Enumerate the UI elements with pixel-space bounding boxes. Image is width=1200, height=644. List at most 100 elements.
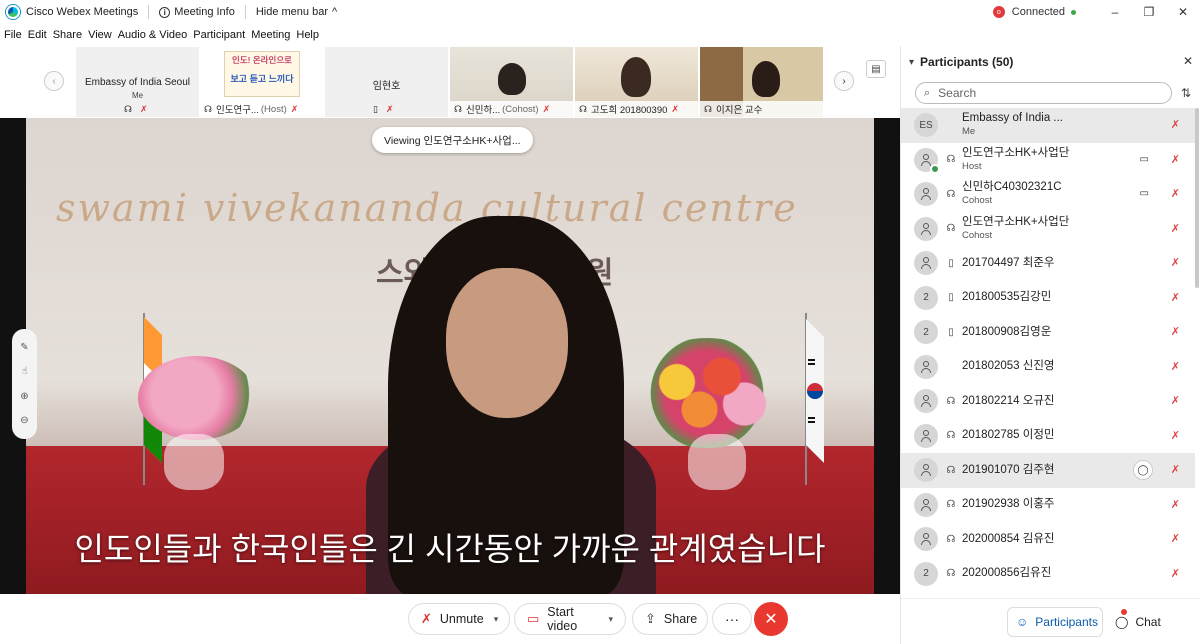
participant-row[interactable]: ☊ 201802214 오규진 ✗	[901, 384, 1195, 419]
unmute-button[interactable]: ✗ Unmute ▾	[408, 603, 510, 635]
thumbnail-cohost[interactable]: ☊ 신민하... (Cohost) ✗	[450, 47, 573, 117]
mic-muted-icon[interactable]: ✗	[1171, 463, 1180, 476]
close-window-button[interactable]: ✕	[1166, 0, 1200, 24]
more-options-button[interactable]: ···	[712, 603, 752, 635]
thumbnail-host[interactable]: 인도! 온라인으로 보고 듣고 느끼다 ☊ 인도연구... (Host) ✗	[200, 47, 323, 117]
flower-bouquet	[632, 338, 782, 448]
avatar	[914, 354, 938, 379]
mic-muted-icon[interactable]: ✗	[1171, 187, 1180, 200]
restore-button[interactable]: ❐	[1132, 0, 1166, 24]
meeting-info-label: Meeting Info	[174, 6, 235, 18]
mic-muted-icon[interactable]: ✗	[1171, 394, 1180, 407]
participant-row[interactable]: ES Embassy of India ... Me ✗	[901, 108, 1195, 143]
collapse-chevron-icon[interactable]: ▾	[909, 57, 914, 68]
search-input[interactable]	[938, 86, 1139, 100]
participant-name: 201704497 최준우	[962, 256, 1055, 269]
headset-icon: ☊	[704, 103, 712, 114]
mic-muted-icon[interactable]: ✗	[1171, 429, 1180, 442]
start-video-button[interactable]: ▭ Start video ▾	[514, 603, 626, 635]
mic-muted-icon[interactable]: ✗	[1171, 153, 1180, 166]
participant-name: 201800908김영운	[962, 325, 1052, 338]
mic-muted-icon[interactable]: ✗	[1171, 567, 1180, 580]
person-icon	[921, 153, 931, 166]
mic-muted-icon[interactable]: ✗	[1171, 498, 1180, 511]
mic-muted-icon[interactable]: ✗	[1171, 360, 1180, 373]
headset-icon: ☊	[946, 464, 956, 476]
menu-file[interactable]: File	[4, 29, 22, 41]
strip-prev-button[interactable]: ‹	[44, 71, 64, 91]
mic-muted-icon[interactable]: ✗	[1171, 256, 1180, 269]
zoom-in-icon[interactable]: ⊕	[20, 391, 28, 402]
meeting-info-button[interactable]: i Meeting Info	[159, 6, 235, 18]
headset-icon: ☊	[946, 499, 956, 511]
hide-menu-bar-button[interactable]: Hide menu bar ^	[256, 6, 337, 18]
minimize-button[interactable]: –	[1098, 0, 1132, 24]
mic-muted-icon[interactable]: ✗	[1171, 532, 1180, 545]
participant-row[interactable]: 201802053 신진영 ✗	[901, 350, 1195, 385]
mic-muted-icon[interactable]: ✗	[1171, 118, 1180, 131]
participant-name: 202000854 김유진	[962, 532, 1055, 545]
phone-icon: ▯	[373, 103, 378, 114]
participant-row[interactable]: 2 ☊ 202000856김유진 ✗	[901, 557, 1195, 592]
avatar	[914, 147, 940, 174]
unread-badge	[1121, 609, 1127, 615]
menu-help[interactable]: Help	[296, 29, 319, 41]
zoom-out-icon[interactable]: ⊖	[20, 415, 28, 426]
avatar	[914, 182, 938, 207]
poster-title: 인도! 온라인으로	[232, 55, 292, 65]
close-panel-icon[interactable]: ✕	[1183, 54, 1193, 68]
menu-view[interactable]: View	[88, 29, 112, 41]
avatar	[914, 492, 938, 517]
strip-next-button[interactable]: ›	[834, 71, 854, 91]
mic-muted-icon[interactable]: ✗	[1171, 325, 1180, 338]
participant-name: Embassy of India ...	[962, 112, 1063, 125]
poster-subtitle: 보고 듣고 느끼다	[230, 74, 294, 84]
participant-name: 201802214 오규진	[962, 394, 1055, 407]
menu-meeting[interactable]: Meeting	[251, 29, 290, 41]
viewing-label[interactable]: Viewing 인도연구소HK+사업...	[372, 127, 533, 153]
participant-name-block: 201802053 신진영	[962, 360, 1055, 373]
thumbnail-participant[interactable]: 임현호 ▯ ✗	[325, 47, 448, 117]
search-box[interactable]: ⌕	[915, 82, 1172, 104]
annotate-pen-icon[interactable]: ✎	[20, 342, 28, 353]
meeting-controls: ✗ Unmute ▾ ▭ Start video ▾ ⇪ Share ··· ✕	[0, 594, 900, 644]
participant-row[interactable]: ☊ 인도연구소HK+사업단 Cohost ✗	[901, 212, 1195, 247]
share-button[interactable]: ⇪ Share	[632, 603, 708, 635]
menu-edit[interactable]: Edit	[28, 29, 47, 41]
sort-icon[interactable]: ⇅	[1181, 86, 1191, 100]
avatar: 2	[914, 320, 938, 345]
chevron-down-icon[interactable]: ▾	[494, 614, 499, 625]
participant-name-block: 201802214 오규진	[962, 395, 1055, 408]
thumbnail-self[interactable]: Embassy of India Seoul Me ☊ ✗	[76, 47, 199, 117]
participant-row[interactable]: ☊ 201802785 이정민 ✗	[901, 419, 1195, 454]
participant-row[interactable]: ☊ 201901070 김주현 ◯ ✗	[901, 453, 1195, 488]
participant-row[interactable]: 2 ▯ 201800535김강민 ✗	[901, 281, 1195, 316]
scrollbar[interactable]	[1195, 108, 1199, 288]
mic-muted-icon[interactable]: ✗	[1171, 222, 1180, 235]
participant-row[interactable]: ☊ 인도연구소HK+사업단 Host ▭ ✗	[901, 143, 1195, 178]
backdrop-sign-english: swami vivekananda cultural centre	[56, 186, 798, 230]
thumbnail-participant[interactable]: ☊ 이지은 교수	[700, 47, 823, 117]
participants-tab[interactable]: ☺ Participants	[1007, 607, 1103, 637]
layout-icon[interactable]: ▤	[866, 60, 886, 78]
participant-row[interactable]: ☊ 신민하C40302321C Cohost ▭ ✗	[901, 177, 1195, 212]
participant-row[interactable]: ▯ 201704497 최준우 ✗	[901, 246, 1195, 281]
network-status-icon[interactable]: o	[992, 6, 1005, 18]
chat-icon[interactable]: ◯	[1133, 460, 1153, 480]
participant-row[interactable]: 2 ▯ 201800908김영운 ✗	[901, 315, 1195, 350]
thumbnail-participant[interactable]: ☊ 고도희 201800390 ✗	[575, 47, 698, 117]
main-video[interactable]: swami vivekananda cultural centre 스와미 비베…	[0, 118, 900, 594]
chevron-down-icon[interactable]: ▾	[608, 614, 613, 625]
end-meeting-button[interactable]: ✕	[754, 602, 788, 636]
phone-icon: ▯	[948, 326, 954, 338]
menu-audio-video[interactable]: Audio & Video	[118, 29, 188, 41]
pointer-icon[interactable]: ☝	[21, 366, 27, 377]
video-thumbnail-strip: ‹ Embassy of India Seoul Me ☊ ✗ 인도! 온라인으…	[0, 46, 900, 118]
video-scene: swami vivekananda cultural centre 스와미 비베…	[26, 118, 874, 594]
menu-share[interactable]: Share	[53, 29, 82, 41]
mic-muted-icon[interactable]: ✗	[1171, 291, 1180, 304]
participant-row[interactable]: ☊ 201902938 이홍주 ✗	[901, 488, 1195, 523]
menu-participant[interactable]: Participant	[193, 29, 245, 41]
chat-tab[interactable]: ◯ Chat	[1109, 607, 1161, 637]
participant-row[interactable]: ☊ 202000854 김유진 ✗	[901, 522, 1195, 557]
